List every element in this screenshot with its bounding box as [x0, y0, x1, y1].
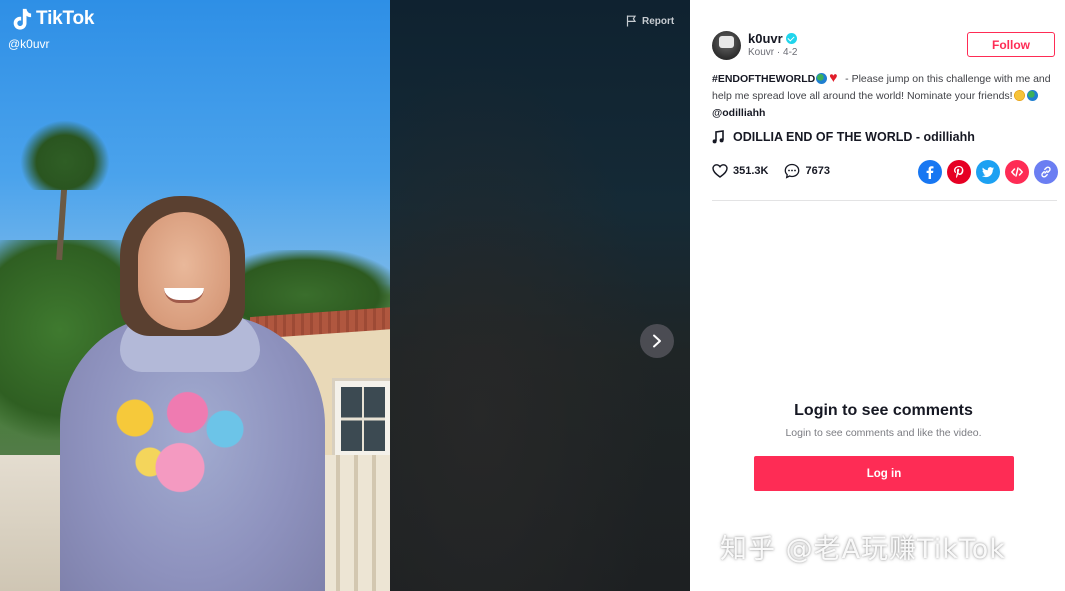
next-video-button[interactable]: [640, 324, 674, 358]
facebook-glyph: [926, 166, 934, 179]
engagement-stats: 351.3K 7673: [712, 163, 830, 179]
globe-emoji-icon: [1026, 90, 1038, 101]
video-player[interactable]: TikTok @k0uvr Report: [0, 0, 690, 591]
comment-count: 7673: [805, 165, 830, 177]
twitter-glyph: [982, 167, 994, 178]
follow-button[interactable]: Follow: [967, 32, 1055, 57]
author-subline: Kouvr · 4-2: [748, 47, 798, 58]
comments-login-subtitle: Login to see comments and like the video…: [785, 427, 982, 439]
flag-icon: [626, 15, 637, 27]
palm-tree-crown: [20, 120, 110, 190]
video-author-handle: @k0uvr: [8, 37, 50, 51]
heart-icon: [712, 164, 728, 178]
divider: [712, 200, 1057, 201]
facebook-icon[interactable]: [918, 160, 942, 184]
video-background: [390, 0, 690, 591]
window: [332, 378, 390, 460]
comment-icon: [785, 163, 800, 179]
link-glyph: [1041, 166, 1051, 178]
report-label: Report: [642, 15, 675, 27]
comment-button[interactable]: 7673: [784, 163, 830, 179]
tiktok-note-icon: [13, 8, 32, 30]
report-button[interactable]: Report: [626, 15, 674, 27]
username-text: k0uvr: [748, 31, 783, 46]
embed-code-glyph: [1011, 167, 1023, 177]
person-face: [138, 212, 230, 330]
pinterest-icon[interactable]: [947, 160, 971, 184]
verified-badge-icon: [785, 33, 797, 44]
pinterest-glyph: [954, 166, 964, 178]
video-info-panel: k0uvr Kouvr · 4-2 Follow #ENDOFTHEWORLD …: [690, 0, 1065, 591]
twitter-icon[interactable]: [976, 160, 1000, 184]
mention-link[interactable]: @odilliahh: [712, 107, 765, 119]
music-note-icon: [712, 130, 724, 144]
link-icon[interactable]: [1034, 160, 1058, 184]
avatar[interactable]: [712, 31, 741, 60]
author-username[interactable]: k0uvr: [748, 31, 797, 46]
star-eyes-emoji-icon: [1013, 90, 1025, 101]
embed-icon[interactable]: [1005, 160, 1029, 184]
globe-emoji-icon: [816, 73, 828, 84]
logo-text: TikTok: [36, 8, 95, 29]
music-link[interactable]: ODILLIA END OF THE WORLD - odilliahh: [712, 130, 975, 144]
video-description: #ENDOFTHEWORLD - Please jump on this cha…: [712, 70, 1057, 122]
watermark-text: 知乎 @老A玩赚TikTok: [720, 534, 1006, 565]
like-count: 351.3K: [733, 165, 769, 177]
login-button[interactable]: Log in: [754, 456, 1014, 491]
music-title: ODILLIA END OF THE WORLD - odilliahh: [733, 130, 975, 144]
hoodie-print: [105, 385, 255, 495]
like-button[interactable]: 351.3K: [712, 163, 768, 179]
share-bar: [918, 160, 1058, 184]
chevron-right-icon: [653, 334, 661, 348]
hashtag-link[interactable]: #ENDOFTHEWORLD: [712, 73, 815, 85]
comments-login-title: Login to see comments: [794, 402, 973, 419]
heart-emoji-icon: [829, 70, 841, 84]
tiktok-logo[interactable]: TikTok: [10, 7, 94, 31]
video-frame: [0, 0, 390, 591]
